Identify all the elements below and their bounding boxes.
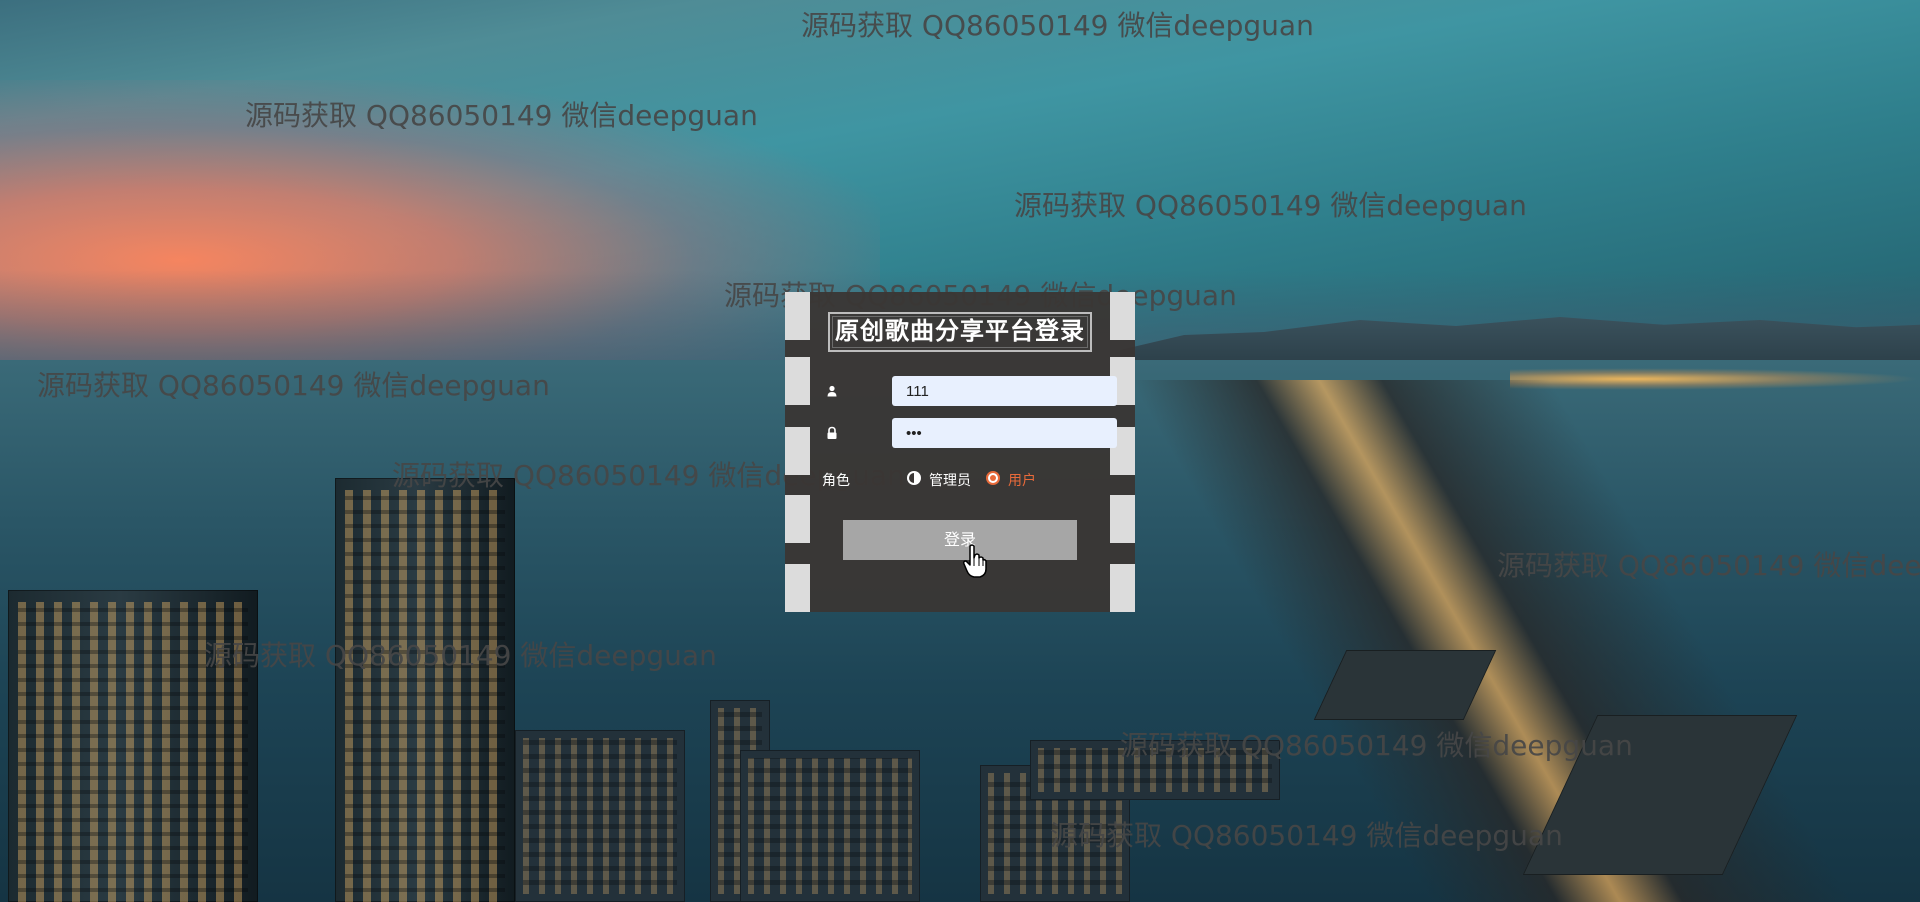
- film-strip-right: [1110, 292, 1135, 612]
- film-strip-left: [785, 292, 810, 612]
- film-sprocket: [785, 564, 810, 612]
- role-label: 角色: [822, 472, 850, 488]
- role-selector: 角色 管理员 用户: [822, 468, 1082, 490]
- password-input[interactable]: [892, 418, 1117, 448]
- lock-icon: [827, 426, 837, 439]
- building: [515, 730, 685, 902]
- distant-city-lights: [1510, 368, 1920, 390]
- pier-building: [1030, 740, 1280, 800]
- building: [740, 750, 920, 902]
- film-sprocket: [785, 357, 810, 405]
- pointer-hand-icon: [963, 544, 987, 578]
- film-sprocket: [785, 292, 810, 340]
- film-sprocket: [1110, 292, 1135, 340]
- role-radio-user[interactable]: [986, 471, 1000, 485]
- skyscraper: [8, 590, 258, 902]
- password-row: [825, 418, 1117, 448]
- role-option-user-label[interactable]: 用户: [1008, 470, 1036, 490]
- login-title: 原创歌曲分享平台登录: [828, 312, 1092, 352]
- film-sprocket: [785, 495, 810, 543]
- user-icon: [827, 385, 837, 397]
- role-radio-admin[interactable]: [907, 471, 921, 485]
- login-panel: 原创歌曲分享平台登录 角色 管理员 用户 登录: [785, 292, 1135, 612]
- username-input[interactable]: [892, 376, 1117, 406]
- film-sprocket: [785, 427, 810, 475]
- skyscraper: [335, 478, 515, 902]
- username-row: [825, 376, 1117, 406]
- role-option-admin-label[interactable]: 管理员: [929, 470, 971, 490]
- film-sprocket: [1110, 495, 1135, 543]
- login-button[interactable]: 登录: [843, 520, 1077, 560]
- film-sprocket: [1110, 564, 1135, 612]
